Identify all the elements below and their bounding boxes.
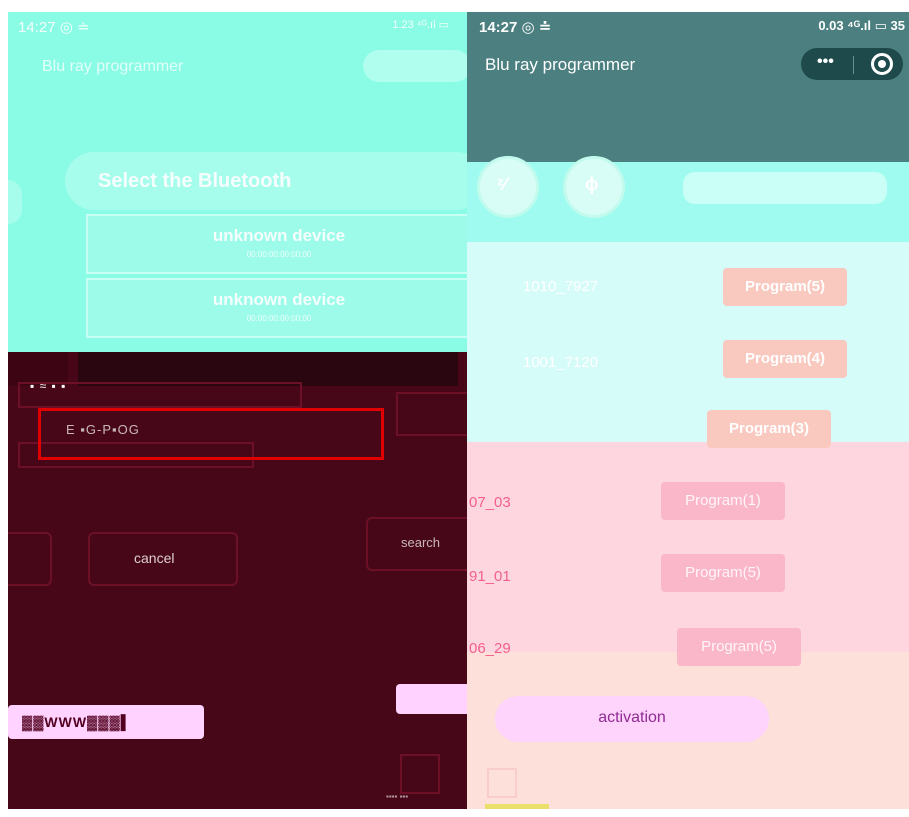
row-id: 91_01 — [469, 568, 511, 585]
grid-icon[interactable] — [487, 768, 517, 798]
device-frame — [396, 392, 467, 436]
right-screenshot: 14:27 ◎ ≐ 0.03 ⁴ᴳ.ıl ▭ 35 Blu ray progra… — [467, 12, 909, 809]
grid-icon[interactable] — [400, 754, 440, 794]
program-button[interactable]: Program(5) — [661, 554, 785, 592]
footer-label-bar — [485, 804, 549, 809]
dialog-title: Select the Bluetooth — [98, 170, 292, 192]
program-button-label: Program(1) — [685, 492, 761, 509]
device-mac: 00:00:00:00:00:00 — [246, 250, 312, 259]
device-item[interactable]: unknown device 00:00:00:00:00:00 — [86, 214, 467, 274]
more-icon[interactable]: ••• — [817, 53, 834, 71]
status-bar-time: 14:27 ◎ ≐ — [18, 19, 90, 36]
bottom-bar-right — [396, 684, 467, 714]
menu-capsule[interactable] — [363, 50, 467, 82]
program-button-label: Program(5) — [701, 638, 777, 655]
device-name: unknown device — [212, 226, 346, 245]
highlighted-device-name: E ▪︎G-P▪︎OG — [66, 422, 140, 437]
activation-button-label: activation — [598, 709, 666, 726]
bluetooth-circle-button[interactable] — [477, 156, 539, 218]
row-id: 06_29 — [469, 640, 511, 657]
program-button-label: Program(3) — [728, 420, 810, 437]
device-frame — [18, 382, 302, 408]
status-bar-indicators: 0.03 ⁴ᴳ.ıl ▭ 35 — [818, 18, 905, 33]
program-button[interactable]: Program(1) — [661, 482, 785, 520]
row-id: 1001_7120 — [523, 354, 599, 371]
left-screenshot: 14:27 ◎ ≐ 1.23 ⁴ᴳ.ıl ▭ Blu ray programme… — [8, 12, 467, 809]
device-mac: 00:00:00:00:00:00 — [246, 314, 312, 323]
app-title: Blu ray programmer — [485, 55, 636, 74]
footer-label: ▪︎▪︎▪︎▪︎ ▪︎▪︎▪︎ — [386, 792, 409, 801]
capsule-divider — [853, 56, 854, 74]
program-button-label: Program(5) — [685, 564, 761, 581]
status-bar-indicators: 1.23 ⁴ᴳ.ıl ▭ — [392, 19, 449, 31]
bottom-bar-text: ▓▓WWW▓▓▓▌ — [22, 714, 132, 730]
program-button[interactable]: Program(5) — [677, 628, 801, 666]
device-list-middle — [467, 442, 909, 652]
cancel-button-label: cancel — [134, 550, 175, 566]
device-item[interactable]: unknown device 00:00:00:00:00:00 — [86, 278, 467, 338]
status-bar-time: 14:27 ◎ ≐ — [479, 19, 552, 36]
device-name: unknown device — [212, 290, 346, 309]
program-button[interactable]: Program(3) — [707, 410, 831, 448]
program-button-label: Program(5) — [744, 278, 826, 295]
close-target-icon[interactable] — [871, 53, 893, 75]
program-button[interactable]: Program(5) — [723, 268, 847, 306]
row-id: 07_03 — [469, 494, 511, 511]
program-button[interactable]: Program(4) — [723, 340, 847, 378]
bluetooth-circle-label: ᶻ⁄ — [497, 174, 507, 194]
program-button-label: Program(4) — [744, 350, 826, 367]
row-id: 1010_7927 — [523, 278, 599, 295]
app-title: Blu ray programmer — [42, 58, 184, 75]
left-button[interactable] — [8, 532, 52, 586]
activation-button[interactable]: activation — [495, 696, 769, 742]
glitch-band — [78, 352, 458, 386]
power-circle-label: ɸ — [585, 174, 599, 194]
search-input[interactable] — [683, 172, 887, 204]
search-button-label: search — [401, 535, 441, 550]
